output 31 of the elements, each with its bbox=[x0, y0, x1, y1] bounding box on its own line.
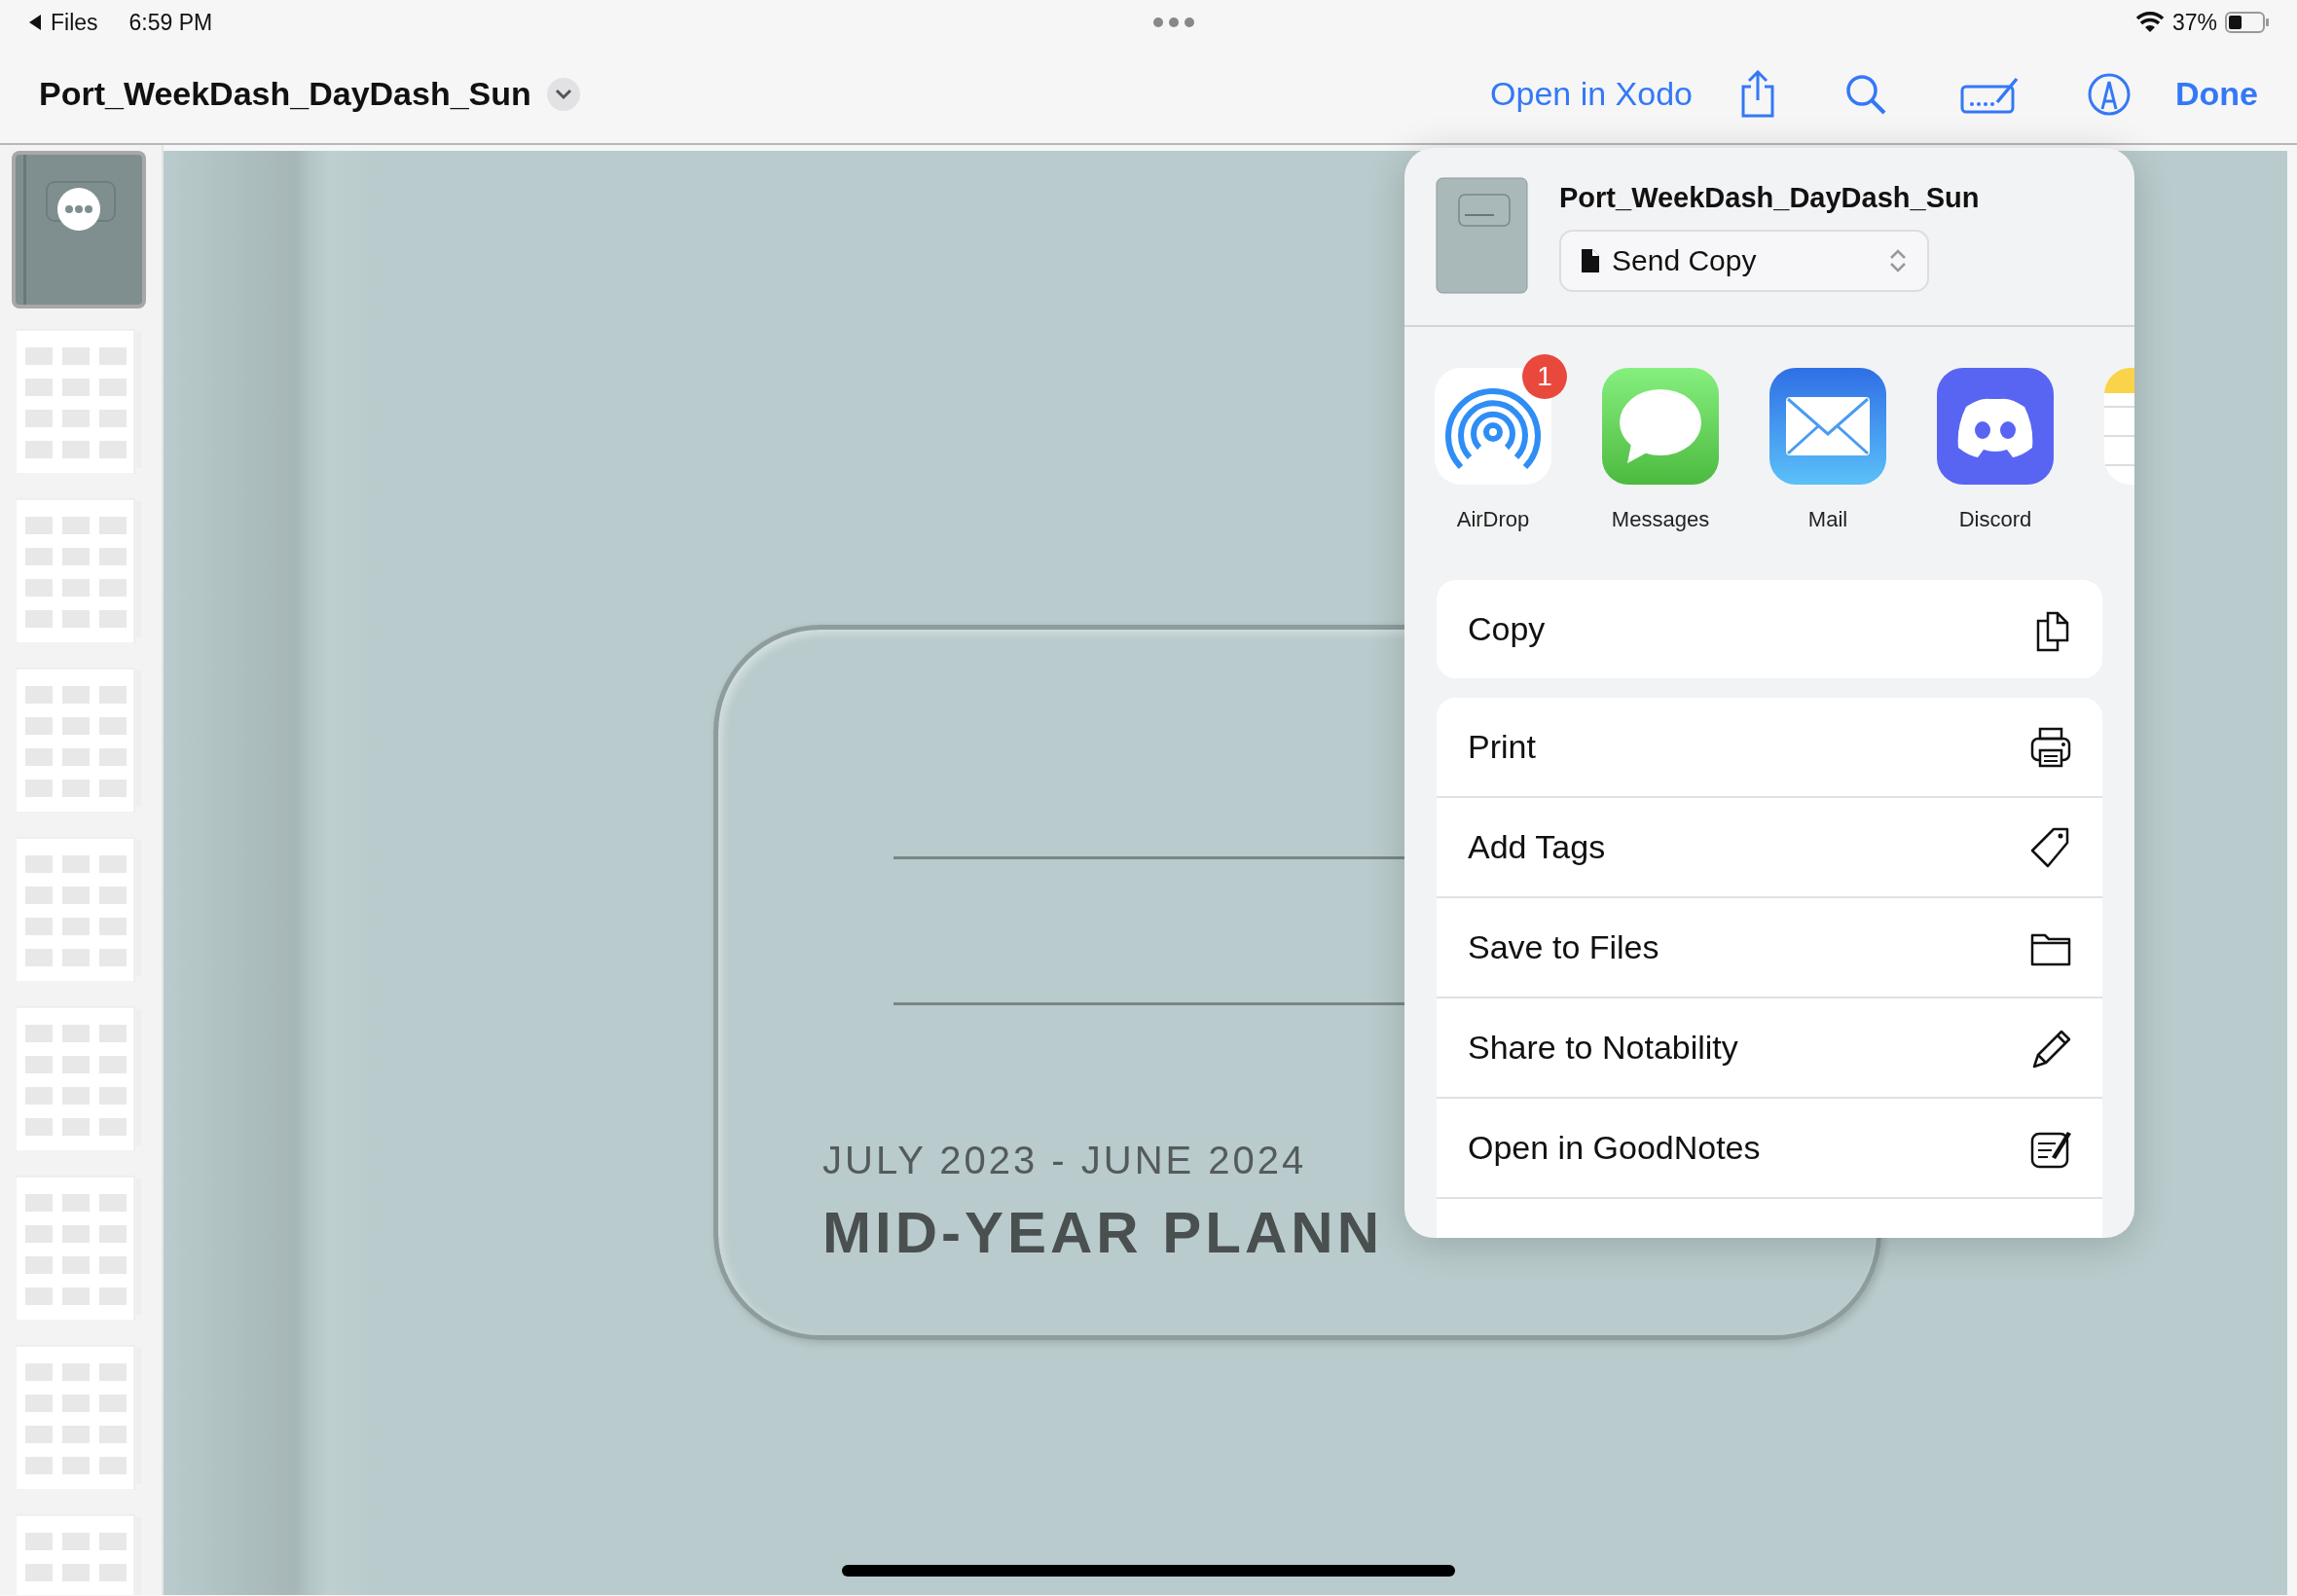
app-label: Mail bbox=[1807, 506, 1848, 533]
battery-icon bbox=[2225, 12, 2270, 33]
notification-count: 1 bbox=[1522, 354, 1567, 399]
battery-percent: 37% bbox=[2171, 8, 2217, 37]
app-button[interactable] bbox=[1937, 368, 2054, 485]
send-mode-selector[interactable]: Send Copy bbox=[1559, 229, 1929, 292]
time-text: 6:59 PM bbox=[128, 8, 213, 37]
back-link[interactable]: Files bbox=[27, 5, 98, 40]
back-icon bbox=[27, 14, 43, 31]
app-label: AirDrop bbox=[1456, 506, 1530, 533]
dropdown-button[interactable] bbox=[546, 77, 580, 111]
app-button[interactable] bbox=[1769, 368, 1886, 485]
app-button[interactable] bbox=[1435, 368, 1551, 485]
cover-title: MID-YEAR PLANN bbox=[822, 1201, 1383, 1265]
cover-subtitle: JULY 2023 - JUNE 2024 bbox=[822, 1139, 1307, 1181]
open-in-button[interactable]: Open in Xodo bbox=[1490, 69, 1693, 119]
document-title: Port_WeekDash_DayDash_Sun bbox=[39, 74, 531, 114]
more-icon bbox=[1152, 17, 1196, 28]
document-icon bbox=[1581, 247, 1600, 273]
markup-button[interactable] bbox=[2087, 71, 2132, 117]
app-button[interactable] bbox=[1602, 368, 1719, 485]
wifi-icon bbox=[2134, 12, 2165, 33]
done-button[interactable]: Done bbox=[2175, 69, 2258, 119]
pen-circle-icon bbox=[2087, 71, 2132, 117]
app-label: Messages bbox=[1611, 506, 1710, 533]
search-icon bbox=[1844, 72, 1887, 116]
app-label: Discord bbox=[1958, 506, 2032, 533]
chevron-down-icon bbox=[554, 88, 572, 100]
search-button[interactable] bbox=[1844, 72, 1887, 116]
file-name: Port_WeekDash_DayDash_Sun bbox=[1559, 181, 1980, 215]
share-action-item[interactable] bbox=[1437, 1197, 2102, 1238]
